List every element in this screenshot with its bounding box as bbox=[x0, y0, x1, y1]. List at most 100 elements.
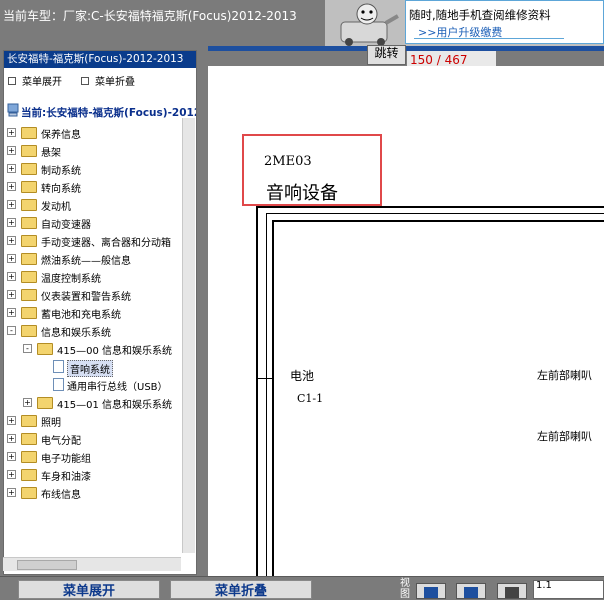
tree-item-label: 照明 bbox=[41, 418, 61, 429]
tree-folder-item[interactable]: + 电气分配 bbox=[4, 430, 184, 448]
bottom-collapse-label: 菜单折叠 bbox=[214, 584, 267, 599]
jump-button[interactable]: 跳转 bbox=[367, 45, 406, 65]
bottom-expand-button[interactable]: 菜单展开 bbox=[18, 580, 160, 599]
current-car-label: 当前车型：厂家:C-长安福特福克斯(Focus)2012-2013 bbox=[3, 9, 297, 23]
collapse-all-button[interactable]: 菜单折叠 bbox=[81, 73, 135, 88]
tree-doc-item[interactable]: 通用串行总线（USB） bbox=[4, 376, 184, 394]
folder-icon bbox=[21, 271, 37, 283]
diagram-border-top-inner bbox=[272, 220, 604, 222]
collapse-toggle-icon[interactable]: - bbox=[7, 326, 16, 335]
battery-label: 电池 bbox=[290, 369, 315, 383]
expand-toggle-icon[interactable]: + bbox=[7, 128, 16, 137]
expand-toggle-icon[interactable]: + bbox=[7, 434, 16, 443]
fit-width-button[interactable] bbox=[416, 583, 446, 599]
folder-icon bbox=[21, 163, 37, 175]
expand-toggle-icon[interactable]: + bbox=[7, 254, 16, 263]
expand-toggle-icon[interactable]: + bbox=[7, 164, 16, 173]
expand-toggle-icon[interactable]: + bbox=[7, 470, 16, 479]
tree-item-label: 车身和油漆 bbox=[41, 472, 91, 483]
horizontal-scroll-thumb[interactable] bbox=[17, 560, 77, 570]
tree-item-label: 415—01 信息和娱乐系统 bbox=[57, 400, 172, 411]
folder-icon bbox=[21, 415, 37, 427]
folder-icon bbox=[37, 397, 53, 409]
zoom-input[interactable]: 1.1 bbox=[533, 580, 604, 599]
tree-horizontal-scrollbar[interactable] bbox=[3, 557, 181, 571]
expand-toggle-icon[interactable]: + bbox=[23, 398, 32, 407]
folder-icon bbox=[21, 433, 37, 445]
folder-icon bbox=[21, 199, 37, 211]
tree-item-label: 仪表装置和警告系统 bbox=[41, 292, 131, 303]
tree-folder-item[interactable]: + 照明 bbox=[4, 412, 184, 430]
folder-icon bbox=[21, 235, 37, 247]
folder-icon bbox=[21, 469, 37, 481]
tree-current-node: 当前:长安福特-福克斯(Focus)-2012-2013 bbox=[21, 107, 196, 119]
tree-folder-item[interactable]: - 415—00 信息和娱乐系统 bbox=[4, 340, 184, 358]
diagram-border-left-outer bbox=[256, 206, 258, 578]
tree-folder-item[interactable]: + 发动机 bbox=[4, 196, 184, 214]
folder-icon bbox=[21, 289, 37, 301]
expand-toggle-icon[interactable]: + bbox=[7, 416, 16, 425]
tree-item-label: 布线信息 bbox=[41, 490, 81, 501]
tree-item-label: 手动变速器、离合器和分动箱 bbox=[41, 238, 171, 249]
rotate-button[interactable] bbox=[497, 583, 527, 599]
folder-icon bbox=[21, 451, 37, 463]
expand-toggle-icon[interactable]: + bbox=[7, 272, 16, 281]
expand-toggle-icon[interactable]: + bbox=[7, 290, 16, 299]
tree-item-label: 转向系统 bbox=[41, 184, 81, 195]
expand-all-button[interactable]: 菜单展开 bbox=[8, 73, 62, 88]
battery-connector-code: C1-1 bbox=[297, 392, 324, 405]
tree-item-label: 发动机 bbox=[41, 202, 71, 213]
tree-folder-item[interactable]: + 燃油系统——般信息 bbox=[4, 250, 184, 268]
promo-banner[interactable]: 随时,随地手机查阅维修资料 >>用户升级缴费 bbox=[405, 0, 604, 44]
tree-item-label: 电子功能组 bbox=[41, 454, 91, 465]
tree-folder-item[interactable]: + 制动系统 bbox=[4, 160, 184, 178]
expand-toggle-icon[interactable]: + bbox=[7, 236, 16, 245]
folder-icon bbox=[21, 217, 37, 229]
tree-item-label: 自动变速器 bbox=[41, 220, 91, 231]
folder-icon bbox=[21, 127, 37, 139]
header-bar: 当前车型：厂家:C-长安福特福克斯(Focus)2012-2013 bbox=[0, 0, 325, 46]
tree-folder-item[interactable]: + 悬架 bbox=[4, 142, 184, 160]
tree-item-label: 温度控制系统 bbox=[41, 274, 101, 285]
tree-folder-item[interactable]: +415—01 信息和娱乐系统 bbox=[4, 394, 184, 412]
tree-panel: 长安福特-福克斯(Focus)-2012-2013 菜单展开 菜单折叠 当前:长… bbox=[3, 50, 197, 575]
folder-icon bbox=[21, 145, 37, 157]
view-label: 视图 bbox=[400, 578, 410, 600]
tree-folder-item[interactable]: + 电子功能组 bbox=[4, 448, 184, 466]
collapse-toggle-icon[interactable]: - bbox=[23, 344, 32, 353]
tree-folder-item[interactable]: + 自动变速器 bbox=[4, 214, 184, 232]
tree-folder-item[interactable]: + 蓄电池和充电系统 bbox=[4, 304, 184, 322]
tree-folder-item[interactable]: + 手动变速器、离合器和分动箱 bbox=[4, 232, 184, 250]
tree-folder-item[interactable]: + 车身和油漆 bbox=[4, 466, 184, 484]
tree-folder-item[interactable]: + 布线信息 bbox=[4, 484, 184, 502]
tree-folder-item[interactable]: + 温度控制系统 bbox=[4, 268, 184, 286]
expand-toggle-icon[interactable]: + bbox=[7, 200, 16, 209]
tree-item-label: 415—00 信息和娱乐系统 bbox=[57, 346, 172, 357]
collapse-all-label: 菜单折叠 bbox=[95, 77, 135, 88]
promo-divider bbox=[414, 38, 564, 39]
diagram-code: 2ME03 bbox=[264, 154, 312, 169]
folder-icon bbox=[21, 307, 37, 319]
tree-item-label: 悬架 bbox=[41, 148, 61, 159]
tree-doc-item[interactable]: 音响系统 bbox=[4, 358, 184, 377]
tree-vertical-scrollbar[interactable] bbox=[182, 118, 195, 553]
expand-toggle-icon[interactable]: + bbox=[7, 146, 16, 155]
expand-toggle-icon[interactable]: + bbox=[7, 218, 16, 227]
tree-item-label: 燃油系统——般信息 bbox=[41, 256, 131, 267]
fit-page-button[interactable] bbox=[456, 583, 486, 599]
tree-folder-item[interactable]: + 转向系统 bbox=[4, 178, 184, 196]
expand-toggle-icon[interactable]: + bbox=[7, 182, 16, 191]
diagram-border-left-mid bbox=[266, 213, 267, 578]
rotate-icon bbox=[505, 587, 519, 598]
expand-toggle-icon[interactable]: + bbox=[7, 308, 16, 317]
viewer-left-frame bbox=[200, 66, 208, 578]
tree-folder-item[interactable]: + 仪表装置和警告系统 bbox=[4, 286, 184, 304]
expand-toggle-icon[interactable]: + bbox=[7, 452, 16, 461]
folder-icon bbox=[21, 487, 37, 499]
tree-folder-item[interactable]: + 保养信息 bbox=[4, 124, 184, 142]
tree-folder-item[interactable]: - 信息和娱乐系统 bbox=[4, 322, 184, 340]
folder-icon bbox=[37, 343, 53, 355]
expand-toggle-icon[interactable]: + bbox=[7, 488, 16, 497]
tree-item-label: 电气分配 bbox=[41, 436, 81, 447]
bottom-collapse-button[interactable]: 菜单折叠 bbox=[170, 580, 312, 599]
